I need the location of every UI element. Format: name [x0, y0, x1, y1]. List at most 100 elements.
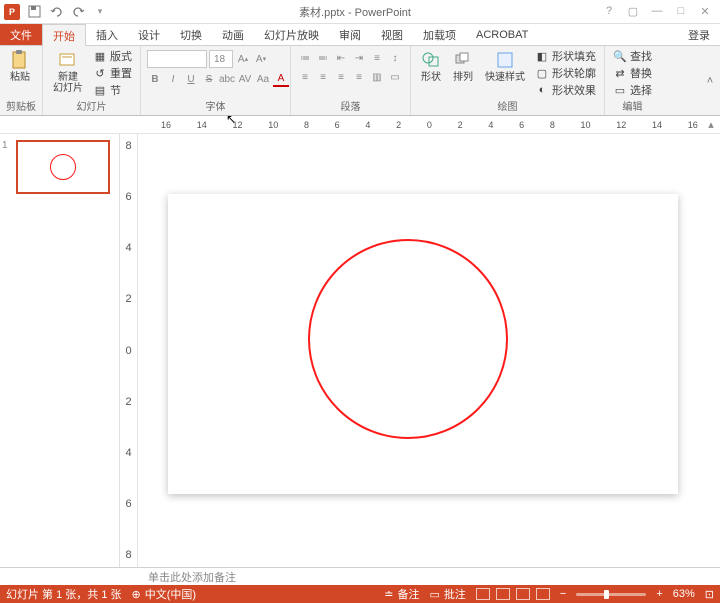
group-drawing: 形状 排列 快速样式 ◧形状填充 ▢形状轮廓 ◐形状效果 绘图 — [411, 46, 605, 115]
group-paragraph-label: 段落 — [297, 101, 404, 115]
shadow-button[interactable]: abc — [219, 71, 235, 87]
increase-font-icon[interactable]: A▴ — [235, 51, 251, 67]
tab-design[interactable]: 设计 — [128, 24, 170, 45]
outline-icon: ▢ — [535, 66, 549, 80]
ribbon: 粘贴 剪贴板 新建 幻灯片 ▦版式 ↺重置 ▤节 幻灯片 18 A▴ A▾ — [0, 46, 720, 116]
ribbon-toggle-icon[interactable]: ▢ — [626, 5, 640, 18]
zoom-slider[interactable] — [576, 593, 646, 596]
maximize-icon[interactable]: □ — [674, 5, 688, 18]
group-paragraph: ≔ ≕ ⇤ ⇥ ≡ ↕ ≡ ≡ ≡ ≡ ▥ ▭ 段落 — [291, 46, 411, 115]
shape-outline-button[interactable]: ▢形状轮廓 — [533, 65, 598, 81]
underline-button[interactable]: U — [183, 71, 199, 87]
thumbnail-pane[interactable]: 1 — [0, 134, 120, 567]
shape-fill-button[interactable]: ◧形状填充 — [533, 48, 598, 64]
italic-button[interactable]: I — [165, 71, 181, 87]
bullets-icon[interactable]: ≔ — [297, 50, 313, 66]
effects-icon: ◐ — [535, 83, 549, 97]
replace-button[interactable]: ⇄替换 — [611, 65, 654, 81]
scroll-up-icon[interactable]: ▴ — [704, 118, 718, 132]
indent-left-icon[interactable]: ⇤ — [333, 50, 349, 66]
status-comments-toggle[interactable]: ▭批注 — [429, 586, 465, 602]
tab-transitions[interactable]: 切换 — [170, 24, 212, 45]
close-icon[interactable]: ✕ — [698, 5, 712, 18]
help-icon[interactable]: ? — [602, 5, 616, 18]
shape-effects-button[interactable]: ◐形状效果 — [533, 82, 598, 98]
tab-home[interactable]: 开始 — [42, 24, 86, 46]
paste-button[interactable]: 粘贴 — [6, 48, 34, 85]
thumb-number: 1 — [2, 140, 8, 151]
tab-animations[interactable]: 动画 — [212, 24, 254, 45]
window-controls: ? ▢ — □ ✕ — [602, 5, 720, 18]
slideshow-view-icon[interactable] — [536, 588, 550, 600]
section-button[interactable]: ▤节 — [91, 82, 134, 98]
layout-icon: ▦ — [93, 49, 107, 63]
arrange-button[interactable]: 排列 — [449, 48, 477, 85]
line-spacing-icon[interactable]: ≡ — [369, 50, 385, 66]
tab-review[interactable]: 审阅 — [329, 24, 371, 45]
find-button[interactable]: 🔍查找 — [611, 48, 654, 64]
zoom-in-icon[interactable]: + — [656, 588, 662, 600]
tab-view[interactable]: 视图 — [371, 24, 413, 45]
text-direction-icon[interactable]: ↕ — [387, 50, 403, 66]
group-clipboard: 粘贴 剪贴板 — [0, 46, 43, 115]
new-slide-button[interactable]: 新建 幻灯片 — [49, 48, 87, 96]
numbering-icon[interactable]: ≕ — [315, 50, 331, 66]
quick-styles-button[interactable]: 快速样式 — [481, 48, 529, 85]
notes-pane[interactable]: 单击此处添加备注 — [0, 567, 720, 585]
minimize-icon[interactable]: — — [650, 5, 664, 18]
title-bar: P ▾ 素材.pptx - PowerPoint ? ▢ — □ ✕ — [0, 0, 720, 24]
window-title: 素材.pptx - PowerPoint — [108, 4, 602, 20]
main-area: 1 864202468 — [0, 134, 720, 567]
status-language[interactable]: ⊕中文(中国) — [132, 586, 197, 602]
tab-acrobat[interactable]: ACROBAT — [466, 24, 538, 45]
strike-button[interactable]: S — [201, 71, 217, 87]
select-button[interactable]: ▭选择 — [611, 82, 654, 98]
tab-slideshow[interactable]: 幻灯片放映 — [254, 24, 329, 45]
shapes-icon — [421, 50, 441, 70]
font-color-button[interactable]: A — [273, 71, 289, 87]
align-right-icon[interactable]: ≡ — [333, 69, 349, 85]
status-slide-count: 幻灯片 第 1 张，共 1 张 — [6, 586, 122, 602]
collapse-ribbon-icon[interactable]: ˄ — [700, 46, 720, 115]
layout-button[interactable]: ▦版式 — [91, 48, 134, 64]
align-left-icon[interactable]: ≡ — [297, 69, 313, 85]
replace-icon: ⇄ — [613, 66, 627, 80]
tab-file[interactable]: 文件 — [0, 24, 42, 45]
fit-to-window-icon[interactable]: ⊡ — [705, 588, 714, 601]
shapes-button[interactable]: 形状 — [417, 48, 445, 85]
group-editing: 🔍查找 ⇄替换 ▭选择 编辑 — [605, 46, 660, 115]
tab-addins[interactable]: 加载项 — [413, 24, 466, 45]
save-icon[interactable] — [26, 4, 42, 20]
ruler-horizontal: 1614121086420246810121416 ▴ — [0, 116, 720, 134]
slide-canvas[interactable] — [138, 134, 720, 567]
bold-button[interactable]: B — [147, 71, 163, 87]
align-center-icon[interactable]: ≡ — [315, 69, 331, 85]
smartart-icon[interactable]: ▭ — [387, 69, 403, 85]
normal-view-icon[interactable] — [476, 588, 490, 600]
font-family-select[interactable] — [147, 50, 207, 68]
undo-icon[interactable] — [48, 4, 64, 20]
zoom-out-icon[interactable]: − — [560, 588, 566, 600]
qat-more-icon[interactable]: ▾ — [92, 4, 108, 20]
status-notes-toggle[interactable]: ≐备注 — [384, 586, 419, 602]
redo-icon[interactable] — [70, 4, 86, 20]
paste-label: 粘贴 — [10, 72, 30, 83]
justify-icon[interactable]: ≡ — [351, 69, 367, 85]
indent-right-icon[interactable]: ⇥ — [351, 50, 367, 66]
char-spacing-button[interactable]: AV — [237, 71, 253, 87]
reset-button[interactable]: ↺重置 — [91, 65, 134, 81]
font-size-select[interactable]: 18 — [209, 50, 233, 68]
tab-insert[interactable]: 插入 — [86, 24, 128, 45]
columns-icon[interactable]: ▥ — [369, 69, 385, 85]
slide-thumbnail-1[interactable] — [16, 140, 110, 194]
select-icon: ▭ — [613, 83, 627, 97]
decrease-font-icon[interactable]: A▾ — [253, 51, 269, 67]
login-link[interactable]: 登录 — [678, 24, 720, 45]
quick-access-toolbar: P ▾ — [0, 4, 108, 20]
zoom-level[interactable]: 63% — [673, 588, 695, 600]
slide-1[interactable] — [168, 194, 678, 494]
circle-shape[interactable] — [308, 239, 508, 439]
reading-view-icon[interactable] — [516, 588, 530, 600]
change-case-button[interactable]: Aa — [255, 71, 271, 87]
sorter-view-icon[interactable] — [496, 588, 510, 600]
